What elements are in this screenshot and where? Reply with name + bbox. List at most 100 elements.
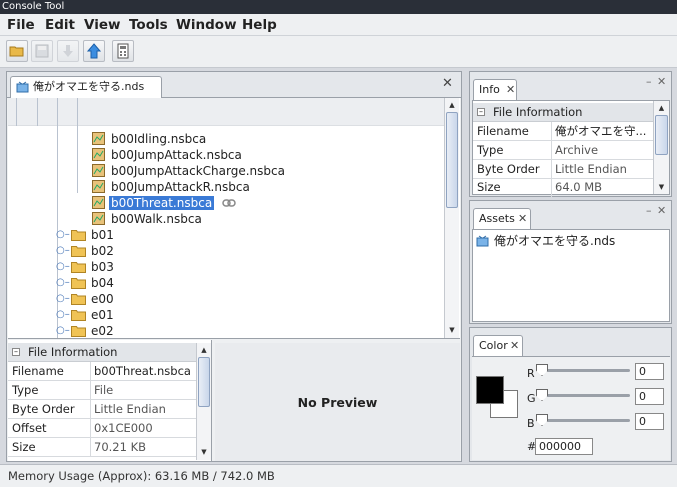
nds-cartridge-icon [16, 81, 29, 93]
save-button[interactable] [31, 40, 53, 62]
open-button[interactable] [6, 40, 28, 62]
extract-button[interactable] [57, 40, 79, 62]
tree-file-item[interactable]: b00Idling.nsbca [92, 131, 206, 147]
green-value-field[interactable]: 0 [635, 388, 664, 405]
tree-file-item-selected[interactable]: b00Threat.nsbca [92, 195, 236, 211]
foreground-color-swatch[interactable] [476, 376, 504, 404]
expand-handle-icon[interactable]: ○– [56, 307, 70, 323]
hex-value-field[interactable]: 000000 [535, 438, 593, 455]
assets-list[interactable]: 俺がオマエを守る.nds [472, 229, 670, 322]
folder-icon [71, 326, 86, 337]
file-info-table: – File Information Filename b00Threat.nsbc… [8, 340, 212, 461]
tree-file-item[interactable]: b00JumpAttackCharge.nsbca [92, 163, 285, 179]
table-row: Offset 0x1CE000 [8, 419, 196, 438]
tab-assets[interactable]: Assets ✕ [473, 208, 531, 229]
close-panel-icon[interactable]: ✕ [657, 204, 666, 217]
calculator-icon [117, 43, 129, 59]
tab-info-label: Info [479, 83, 500, 96]
blue-slider[interactable] [536, 414, 630, 426]
expand-handle-icon[interactable]: ○– [56, 243, 70, 259]
expand-handle-icon[interactable]: ○– [56, 275, 70, 291]
tab-color[interactable]: Color ✕ [473, 335, 523, 356]
blue-label: B [527, 417, 535, 430]
file-info-header[interactable]: – File Information [8, 343, 196, 362]
minimize-icon[interactable]: – [646, 204, 652, 217]
red-label: R [527, 367, 535, 380]
close-tab-icon[interactable]: ✕ [442, 76, 453, 91]
slider-knob[interactable] [536, 364, 548, 376]
slider-knob[interactable] [536, 389, 548, 401]
tree-folder-item[interactable]: ○– b03 [56, 259, 114, 275]
menu-file[interactable]: File [7, 17, 35, 33]
import-button[interactable] [83, 40, 105, 62]
row-key: Type [12, 383, 39, 397]
scroll-down-icon[interactable]: ▼ [445, 324, 459, 336]
scroll-up-icon[interactable]: ▲ [197, 344, 211, 356]
tree-folder-label: b02 [91, 244, 114, 258]
table-row: Type File [8, 381, 196, 400]
info-scrollbar[interactable]: ▲ ▼ [653, 101, 669, 194]
no-preview-text: No Preview [297, 394, 378, 410]
red-value-field[interactable]: 0 [635, 363, 664, 380]
green-slider[interactable] [536, 389, 630, 401]
file-tree[interactable]: b00Idling.nsbca b00JumpAttack.nsbca b00J… [8, 98, 460, 339]
close-tab-icon[interactable]: ✕ [506, 80, 515, 100]
preview-pane: No Preview [215, 343, 460, 461]
calculator-button[interactable] [112, 40, 134, 62]
tree-file-item[interactable]: b00Walk.nsbca [92, 211, 202, 227]
tree-folder-item[interactable]: ○– b04 [56, 275, 114, 291]
tree-file-item[interactable]: b00JumpAttackR.nsbca [92, 179, 250, 195]
menu-edit[interactable]: Edit [45, 17, 75, 33]
file-info-scrollbar[interactable]: ▲ ▼ [196, 343, 211, 460]
scroll-down-icon[interactable]: ▼ [197, 446, 211, 458]
tree-file-label: b00Threat.nsbca [109, 196, 215, 210]
animation-file-icon [92, 164, 105, 177]
menu-help[interactable]: Help [242, 17, 277, 33]
folder-icon [71, 278, 86, 289]
scroll-up-icon[interactable]: ▲ [445, 99, 459, 111]
row-key: Type [477, 143, 504, 157]
table-row: Filename 俺がオマエを守... [473, 122, 653, 141]
blue-value-field[interactable]: 0 [635, 413, 664, 430]
scroll-thumb[interactable] [198, 357, 210, 407]
close-tab-icon[interactable]: ✕ [518, 209, 527, 229]
tab-info[interactable]: Info ✕ [473, 79, 517, 100]
tab-nds-file[interactable]: 俺がオマエを守る.nds [10, 76, 162, 98]
menu-view[interactable]: View [84, 17, 120, 33]
row-value: Little Endian [555, 162, 627, 176]
asset-item[interactable]: 俺がオマエを守る.nds [476, 233, 615, 249]
tree-folder-item[interactable]: ○– e01 [56, 307, 114, 323]
info-table: – File Information Filename 俺がオマエを守... Typ… [472, 100, 670, 198]
red-slider[interactable] [536, 364, 630, 376]
menu-window[interactable]: Window [176, 17, 237, 33]
menu-tools[interactable]: Tools [129, 17, 168, 33]
expand-handle-icon[interactable]: ○– [56, 323, 70, 339]
document-area: 俺がオマエを守る.nds ✕ b00Idling.nsbca b00JumpAt… [6, 71, 462, 462]
info-header[interactable]: – File Information [473, 103, 653, 122]
tree-folder-item[interactable]: ○– e00 [56, 291, 114, 307]
tree-scrollbar[interactable]: ▲ ▼ [444, 98, 459, 338]
tree-file-item[interactable]: b00JumpAttack.nsbca [92, 147, 242, 163]
close-panel-icon[interactable]: ✕ [657, 75, 666, 88]
row-value: b00Threat.nsbca [94, 364, 191, 378]
expand-handle-icon[interactable]: ○– [56, 291, 70, 307]
scroll-thumb[interactable] [446, 112, 458, 208]
tree-folder-item[interactable]: ○– e02 [56, 323, 114, 339]
minimize-icon[interactable]: – [646, 75, 652, 88]
table-row: Byte Order Little Endian [8, 400, 196, 419]
tree-file-label: b00Walk.nsbca [111, 212, 202, 226]
expand-handle-icon[interactable]: ○– [56, 259, 70, 275]
scroll-up-icon[interactable]: ▲ [654, 102, 669, 114]
collapse-icon[interactable]: – [12, 348, 20, 356]
row-value: Archive [555, 143, 599, 157]
tree-folder-item[interactable]: ○– b02 [56, 243, 114, 259]
tree-folder-item[interactable]: ○– b01 [56, 227, 114, 243]
collapse-icon[interactable]: – [477, 108, 485, 116]
close-tab-icon[interactable]: ✕ [510, 336, 519, 356]
slider-knob[interactable] [536, 414, 548, 426]
expand-handle-icon[interactable]: ○– [56, 227, 70, 243]
scroll-down-icon[interactable]: ▼ [654, 181, 669, 193]
scroll-thumb[interactable] [655, 115, 668, 155]
tree-file-label: b00JumpAttack.nsbca [111, 148, 242, 162]
folder-icon [71, 246, 86, 257]
